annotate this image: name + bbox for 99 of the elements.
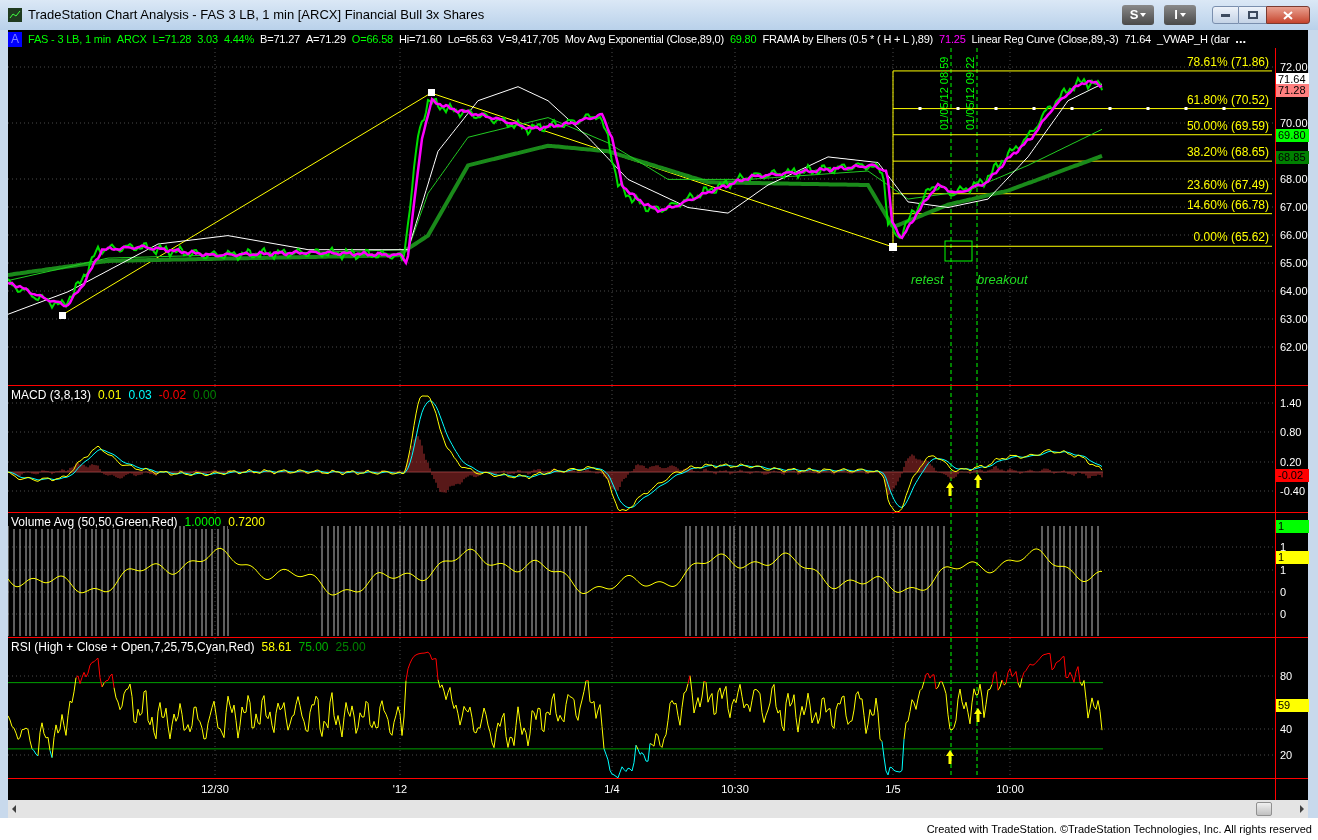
chart-badge: A: [8, 31, 22, 47]
status-text: Lo=65.63: [447, 32, 493, 46]
axis-label: 67.00: [1280, 201, 1308, 213]
legend-text: 1.0000: [184, 515, 222, 529]
fib-level-label: 0.00% (65.62): [1193, 231, 1269, 245]
status-text: Hi=71.60: [398, 32, 442, 46]
time-axis-label: 1/5: [885, 783, 901, 796]
legend-text: 75.00: [298, 640, 329, 654]
legend-text: 0.03: [128, 388, 152, 402]
close-button[interactable]: [1266, 6, 1310, 24]
axis-label: 64.00: [1280, 285, 1308, 297]
axis-label: 0: [1280, 586, 1287, 598]
legend-text: -0.02: [158, 388, 187, 402]
time-marker-label: 01/05/12 09:22: [964, 56, 976, 130]
value-tag: -0.02: [1276, 469, 1309, 482]
status-text: ARCX: [116, 32, 147, 46]
close-icon: [1283, 10, 1293, 20]
status-text: 71.64: [1124, 32, 1151, 46]
status-text: 71.25: [939, 32, 966, 46]
axis-label: 63.00: [1280, 313, 1308, 325]
footer-text: Created with TradeStation. ©TradeStation Technologies, Inc. All rights reserved: [926, 821, 1312, 837]
fib-level-label: 61.80% (70.52): [1186, 93, 1269, 107]
caret-icon: [1179, 13, 1186, 17]
maximize-button[interactable]: [1239, 6, 1266, 24]
up-arrow-icon: [946, 750, 954, 764]
axis-label: 70.00: [1280, 117, 1308, 129]
axis-label: -0.40: [1280, 485, 1306, 497]
axis-label: 72.00: [1280, 61, 1308, 73]
axis-label: 0.20: [1280, 456, 1302, 468]
scroll-right-icon: [1300, 805, 1304, 813]
status-text: 4.44%: [223, 32, 255, 46]
axis-label: 40: [1280, 723, 1293, 735]
time-axis-label: '12: [392, 783, 408, 796]
value-tag: 1: [1276, 520, 1309, 533]
caret-icon: [1140, 13, 1147, 17]
axis-label: 0: [1280, 608, 1287, 620]
axis-label: 0.80: [1280, 426, 1302, 438]
time-marker-label: 01/05/12 08:59: [938, 56, 950, 130]
fib-level-label: 14.60% (66.78): [1186, 198, 1269, 212]
axis-label: 1: [1280, 541, 1287, 553]
value-tag: 71.28: [1276, 84, 1309, 97]
axis-label: 80: [1280, 670, 1293, 682]
status-text: 69.80: [729, 32, 757, 46]
legend-text: 58.61: [261, 640, 292, 654]
pivot-marker: [59, 312, 66, 319]
toolbar-menu-button[interactable]: I: [1164, 5, 1196, 25]
annotation-text: retest: [911, 272, 944, 287]
axis-label: 65.00: [1280, 257, 1308, 269]
status-text: 3.03: [197, 32, 218, 46]
time-axis-label: 1/4: [604, 783, 620, 796]
up-arrow-icon: [974, 474, 982, 488]
value-tag: 68.85: [1276, 151, 1309, 164]
legend-text: RSI (High + Close + Open,7,25,75,Cyan,Red): [11, 640, 255, 654]
app-icon: [8, 8, 22, 22]
pivot-marker: [428, 89, 435, 96]
status-text: V=9,417,705: [498, 32, 559, 46]
legend-text: 0.01: [98, 388, 122, 402]
minimize-button[interactable]: [1212, 6, 1239, 24]
status-text: Linear Reg Curve (Close,89,-3): [971, 32, 1119, 46]
status-text: L=71.28: [152, 32, 192, 46]
fib-level-label: 38.20% (68.65): [1186, 146, 1269, 160]
value-tag: 69.80: [1276, 129, 1309, 142]
legend-text: 25.00: [335, 640, 366, 654]
status-text: FAS - 3 LB, 1 min: [28, 32, 111, 46]
status-text: O=66.58: [351, 32, 393, 46]
value-tag: 1: [1276, 551, 1309, 564]
legend-text: 0.7200: [228, 515, 265, 529]
annotation-text: breakout: [977, 272, 1028, 287]
axis-label: 1.40: [1280, 397, 1302, 409]
up-arrow-icon: [974, 708, 982, 722]
fib-level-label: 50.00% (69.59): [1186, 119, 1269, 133]
axis-label: 20: [1280, 749, 1293, 761]
axis-label: 66.00: [1280, 229, 1308, 241]
highlight-box: [944, 240, 973, 262]
time-axis-label: 12/30: [201, 783, 229, 796]
minimize-icon: [1221, 13, 1230, 17]
maximize-icon: [1247, 11, 1258, 19]
scroll-left-icon: [12, 805, 16, 813]
legend-text: MACD (3,8,13): [11, 388, 92, 402]
scroll-thumb[interactable]: [1256, 802, 1272, 816]
axis-label: 62.00: [1280, 341, 1308, 353]
legend-text: Volume Avg (50,50,Green,Red): [11, 515, 178, 529]
legend-text: 0.00: [193, 388, 217, 402]
status-text: FRAMA by Elhers (0.5 * ( H + L ),89): [762, 32, 934, 46]
toolbar-menu-button[interactable]: S: [1122, 5, 1154, 25]
axis-label: 68.00: [1280, 173, 1308, 185]
value-tag: 59: [1276, 699, 1309, 712]
window-title: TradeStation Chart Analysis - FAS 3 LB, 1 min [ARCX] Financial Bull 3x Shares: [28, 6, 485, 25]
fib-level-label: 23.60% (67.49): [1186, 178, 1269, 192]
axis-label: 1: [1280, 564, 1287, 576]
status-text: B=71.27: [260, 32, 300, 46]
status-text: Mov Avg Exponential (Close,89,0): [564, 32, 724, 46]
status-text: A=71.29: [305, 32, 346, 46]
time-axis-label: 10:00: [996, 783, 1024, 796]
status-text: _VWAP_H (dar: [1156, 32, 1230, 46]
up-arrow-icon: [946, 482, 954, 496]
time-axis-label: 10:30: [721, 783, 749, 796]
fib-level-label: 78.61% (71.86): [1186, 55, 1269, 69]
pivot-marker: [889, 243, 897, 251]
